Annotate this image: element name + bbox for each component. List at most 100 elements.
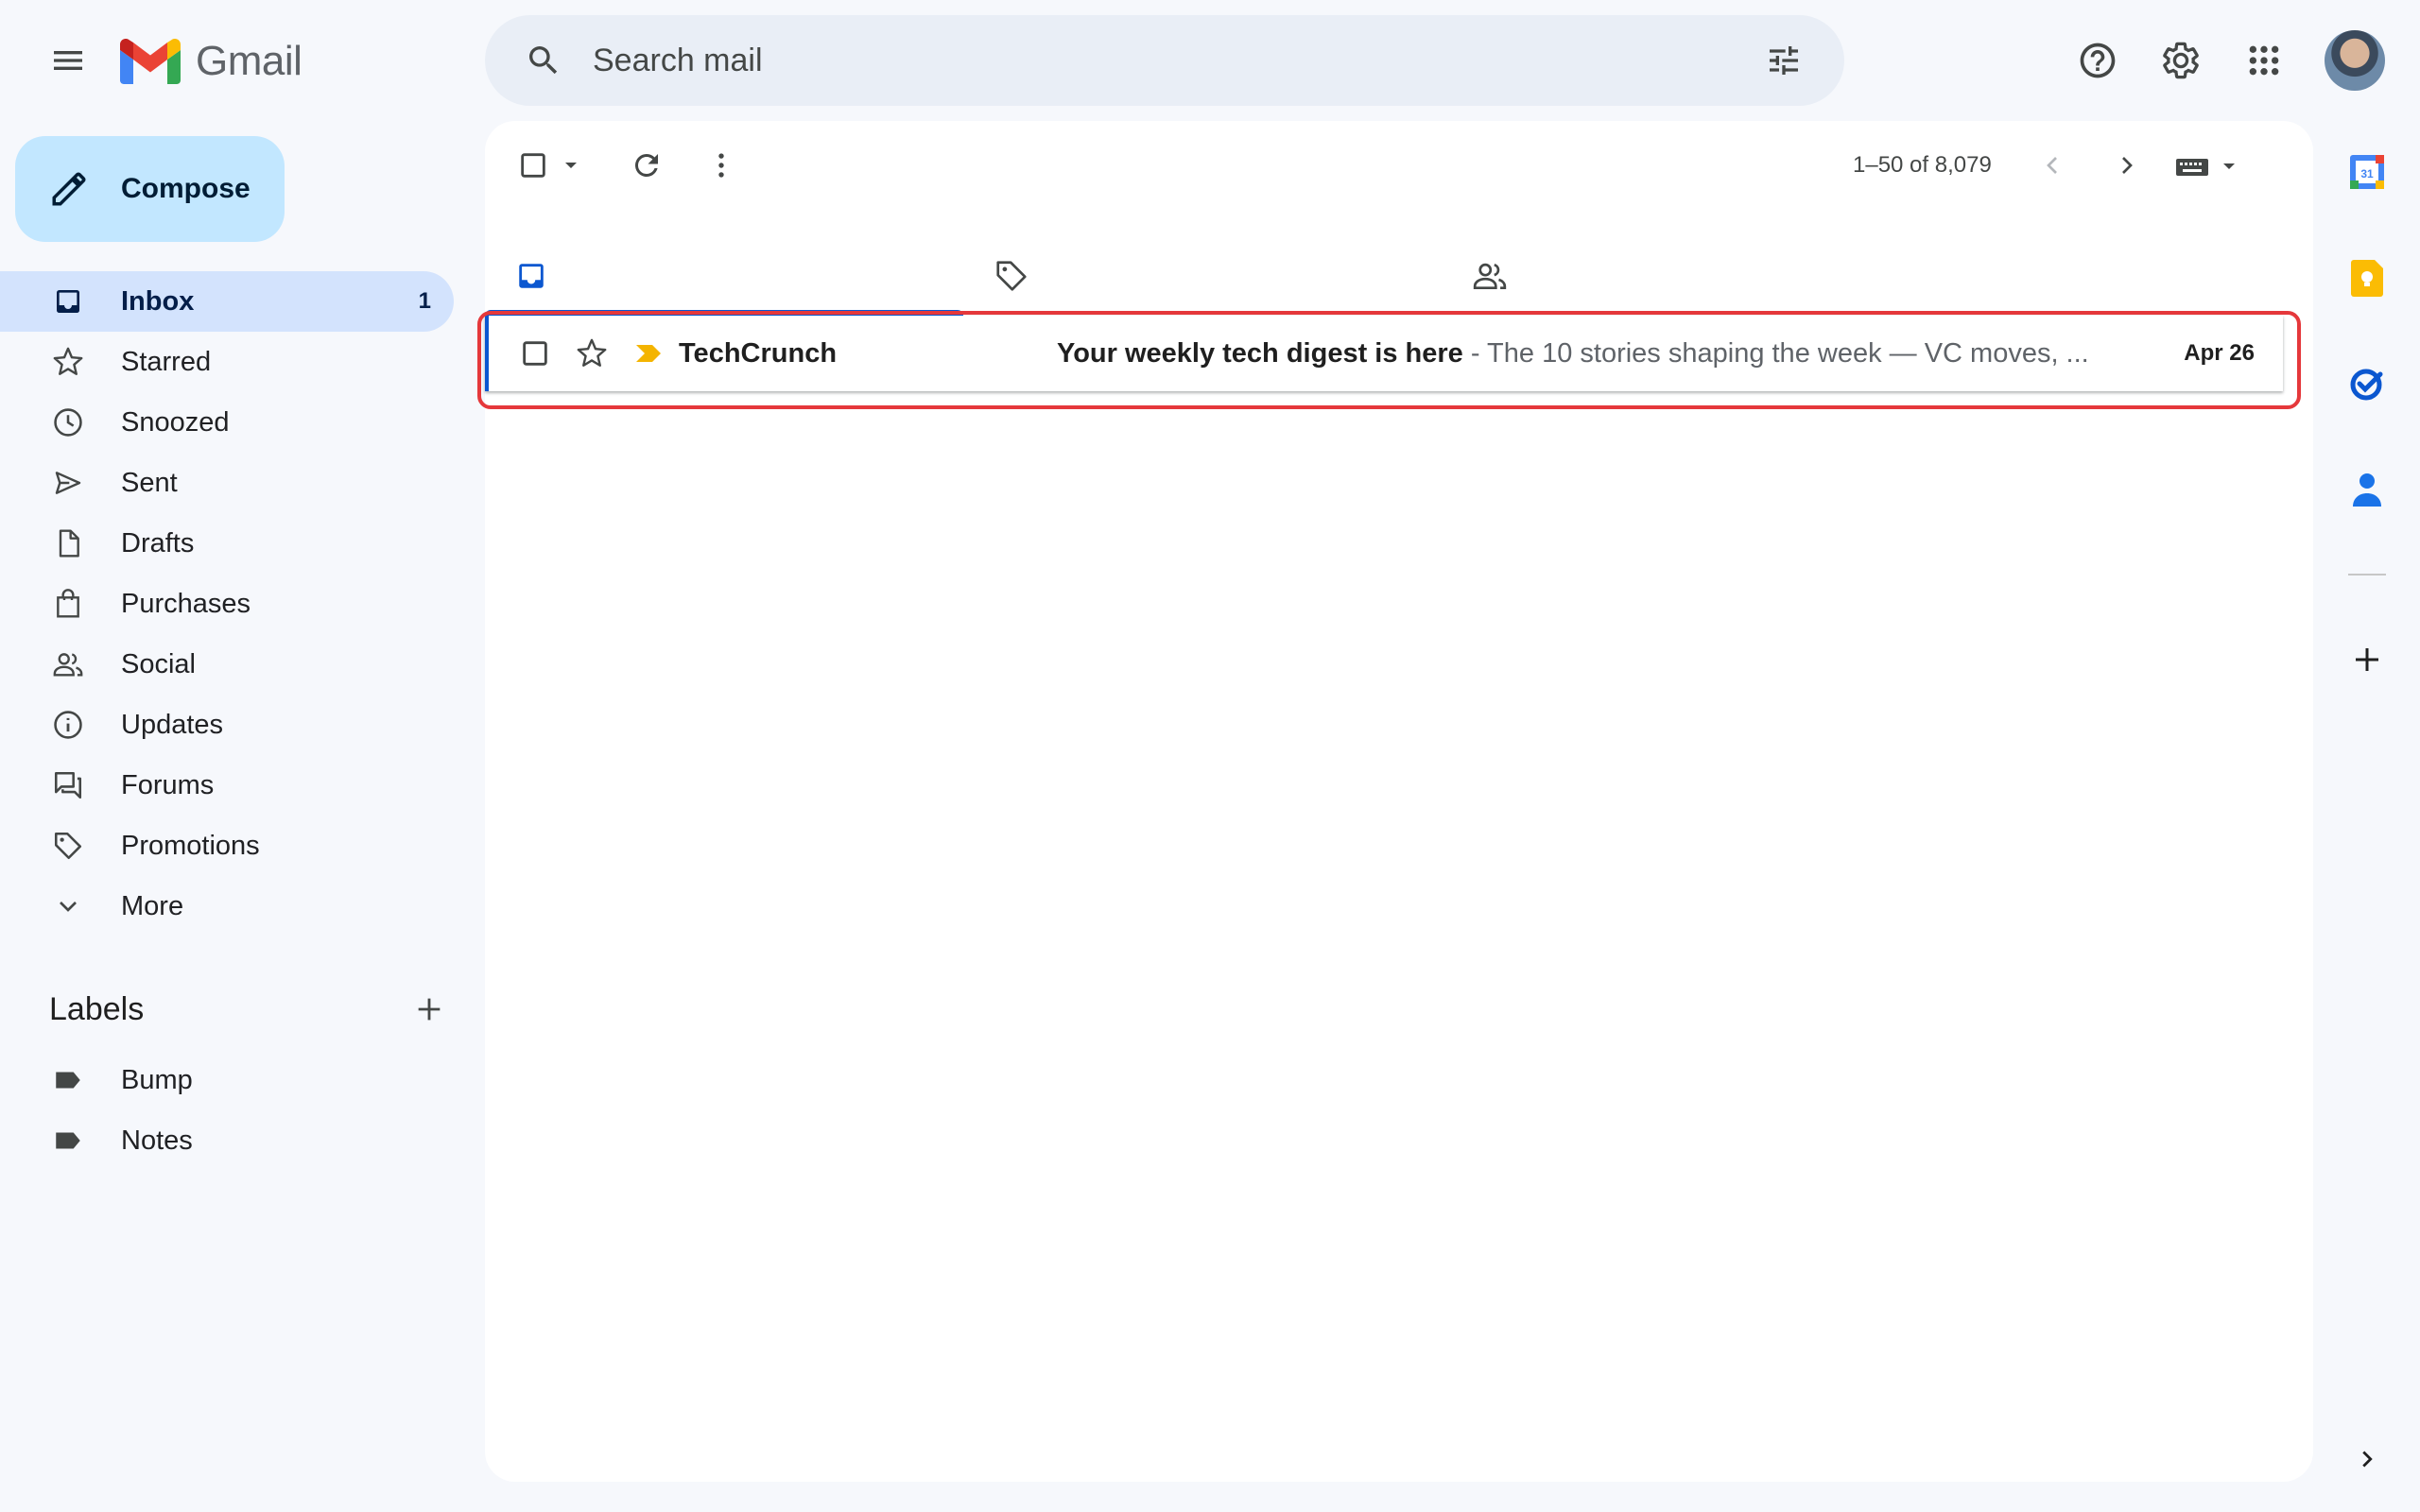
contacts-icon [2353, 473, 2381, 507]
email-star-toggle[interactable] [565, 327, 618, 380]
draft-icon [49, 524, 87, 562]
label-name: Bump [121, 1064, 193, 1095]
caret-down-icon [2223, 163, 2235, 169]
tag-icon [49, 827, 87, 865]
label-name: Notes [121, 1125, 193, 1156]
sidebar-item-label: More [121, 890, 184, 921]
gmail-logo[interactable]: Gmail [120, 36, 302, 87]
info-icon [49, 706, 87, 744]
contacts-app-button[interactable] [2337, 459, 2397, 520]
sidebar-item-drafts[interactable]: Drafts [0, 513, 454, 574]
caret-down-icon [565, 163, 577, 168]
email-select-checkbox[interactable] [509, 327, 562, 380]
people-icon [49, 645, 87, 683]
labels-title: Labels [49, 990, 145, 1027]
sidebar-item-social[interactable]: Social [0, 634, 454, 695]
chevron-right-icon [2362, 1451, 2373, 1468]
compose-button[interactable]: Compose [15, 136, 285, 242]
tab-promotions[interactable] [963, 236, 1442, 316]
gmail-m-icon [120, 39, 181, 84]
label-item-notes[interactable]: Notes [0, 1110, 454, 1171]
support-button[interactable] [2067, 30, 2128, 91]
pagination-info[interactable]: 1–50 of 8,079 [1853, 152, 1992, 179]
create-label-button[interactable] [403, 983, 456, 1036]
forum-icon [49, 766, 87, 804]
sidebar-item-purchases[interactable]: Purchases [0, 574, 454, 634]
email-snippet: The 10 stories shaping the week — VC mov… [1487, 337, 2089, 369]
gear-icon [2163, 42, 2199, 79]
select-dropdown-button[interactable] [556, 150, 586, 180]
tune-icon [1770, 46, 1798, 75]
search-bar[interactable] [485, 15, 1844, 106]
sidebar-item-label: Sent [121, 467, 178, 498]
main-menu-button[interactable] [38, 30, 98, 91]
tasks-icon [2350, 369, 2383, 401]
tab-social[interactable] [1442, 236, 1920, 316]
sidebar-item-sent[interactable]: Sent [0, 453, 454, 513]
email-row[interactable]: TechCrunch Your weekly tech digest is he… [485, 316, 2283, 391]
more-actions-button[interactable] [695, 139, 748, 192]
newer-page-button[interactable] [2026, 139, 2079, 192]
input-tools-button[interactable] [2174, 149, 2250, 183]
sidebar-item-snoozed[interactable]: Snoozed [0, 392, 454, 453]
get-addons-button[interactable] [2337, 629, 2397, 690]
email-content: Your weekly tech digest is here - The 10… [1057, 338, 2151, 369]
select-all-checkbox[interactable] [507, 139, 560, 192]
search-icon [529, 46, 558, 75]
sidebar-item-label: Snoozed [121, 406, 230, 438]
keyboard-icon [2176, 159, 2208, 176]
sidebar-item-inbox[interactable]: Inbox 1 [0, 271, 454, 332]
calendar-icon: 31 [2350, 155, 2384, 189]
label-icon [49, 1122, 87, 1160]
more-vert-icon [718, 153, 724, 178]
sidebar-item-starred[interactable]: Starred [0, 332, 454, 392]
pencil-icon [52, 172, 86, 206]
search-button[interactable] [513, 30, 574, 91]
side-panel-divider [2348, 574, 2386, 576]
checkbox-icon [523, 341, 547, 366]
svg-text:31: 31 [2360, 167, 2374, 180]
chevron-left-icon [2047, 157, 2057, 174]
plus-icon [418, 998, 441, 1021]
keep-app-button[interactable] [2337, 248, 2397, 308]
sidebar-item-label: Updates [121, 709, 224, 740]
tasks-app-button[interactable] [2337, 353, 2397, 414]
label-icon [49, 1061, 87, 1099]
sidebar-item-promotions[interactable]: Promotions [0, 816, 454, 876]
sidebar-item-forums[interactable]: Forums [0, 755, 454, 816]
email-separator: - [1462, 337, 1488, 369]
email-importance-marker[interactable] [622, 327, 675, 380]
chevron-right-icon [2122, 157, 2133, 174]
star-icon [49, 343, 87, 381]
star-icon [577, 338, 607, 367]
settings-button[interactable] [2151, 30, 2211, 91]
search-input[interactable] [593, 30, 1754, 91]
apps-grid-icon [2249, 45, 2279, 76]
sidebar-item-updates[interactable]: Updates [0, 695, 454, 755]
refresh-icon [634, 153, 658, 177]
sidebar-item-label: Drafts [121, 527, 195, 558]
labels-header: Labels [49, 981, 446, 1038]
plus-icon [2356, 648, 2378, 671]
shopping-bag-icon [49, 585, 87, 623]
email-date: Apr 26 [2184, 340, 2255, 366]
calendar-app-button[interactable]: 31 [2337, 142, 2397, 202]
search-options-button[interactable] [1754, 30, 1814, 91]
menu-icon [54, 51, 82, 70]
sidebar-item-label: Forums [121, 769, 215, 800]
refresh-button[interactable] [620, 139, 673, 192]
tag-icon [996, 261, 1027, 291]
chevron-down-icon [49, 887, 87, 925]
sidebar-item-label: Starred [121, 346, 212, 377]
keep-icon [2351, 260, 2383, 297]
tab-primary[interactable] [485, 236, 963, 316]
show-side-panel-button[interactable] [2337, 1429, 2397, 1489]
older-page-button[interactable] [2100, 139, 2153, 192]
sidebar-item-more[interactable]: More [0, 876, 454, 936]
app-name: Gmail [196, 38, 302, 84]
unread-count: 1 [418, 288, 431, 314]
google-apps-button[interactable] [2234, 30, 2294, 91]
account-avatar[interactable] [2325, 30, 2385, 91]
clock-icon [49, 404, 87, 441]
label-item-bump[interactable]: Bump [0, 1050, 454, 1110]
